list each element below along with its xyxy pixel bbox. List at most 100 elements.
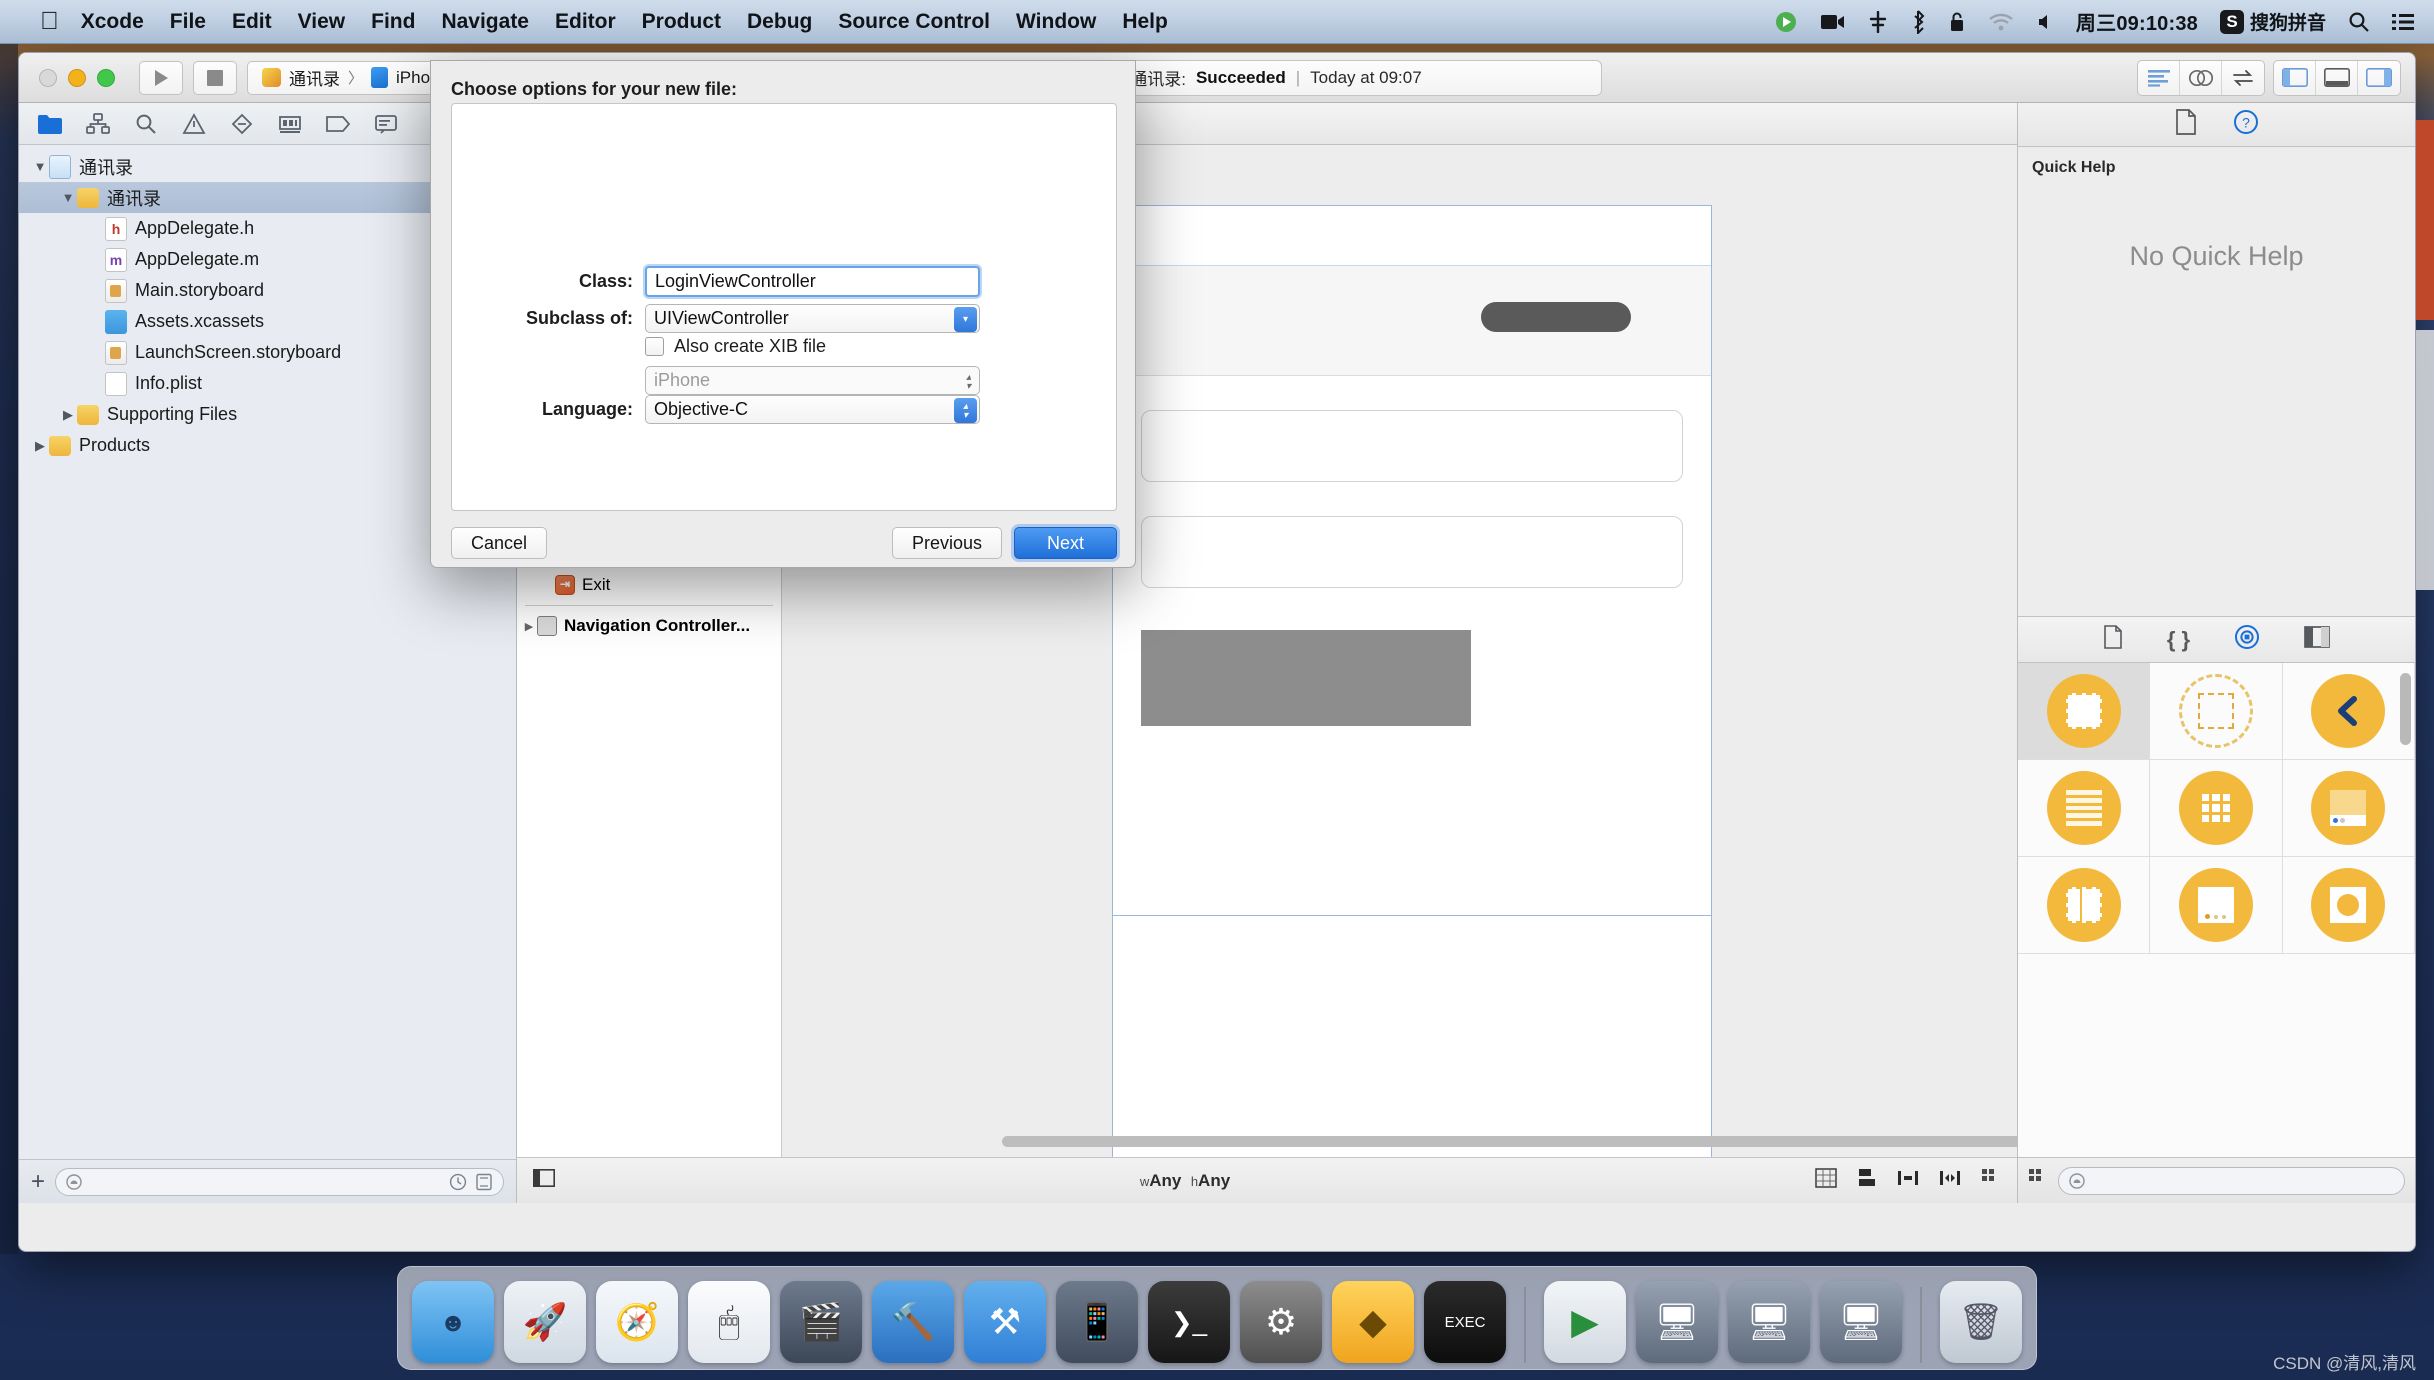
menu-item-help[interactable]: Help — [1122, 10, 1168, 34]
library-item-tab-bar-controller[interactable] — [2282, 760, 2415, 857]
view-utilities-icon[interactable] — [2358, 61, 2400, 95]
next-button[interactable]: Next — [1014, 527, 1117, 559]
toggle-outline-icon[interactable] — [533, 1169, 555, 1192]
dock-item-screen-2[interactable]: 🖥 — [1728, 1281, 1810, 1363]
disclosure-triangle-closed-icon[interactable]: ▶ — [59, 407, 77, 423]
align-icon[interactable] — [1857, 1168, 1877, 1193]
inspector-tab-bar[interactable]: ? — [2018, 103, 2415, 147]
navigator-tab-issues[interactable] — [171, 107, 217, 141]
menubar-clock[interactable]: 周三09:10:38 — [2076, 7, 2198, 36]
apple-logo-icon[interactable]:  — [40, 9, 59, 34]
menu-item-source-control[interactable]: Source Control — [838, 10, 990, 34]
menu-item-xcode[interactable]: Xcode — [81, 10, 144, 34]
bluetooth-icon[interactable] — [1910, 9, 1926, 34]
view-debug-icon[interactable] — [2316, 60, 2358, 95]
navigator-tab-project[interactable] — [27, 107, 73, 141]
outline-row-navigation-controller-scene[interactable]: ▶ Navigation Controller... — [517, 612, 781, 640]
cancel-button[interactable]: Cancel — [451, 527, 547, 559]
screen-record-icon[interactable] — [1774, 10, 1798, 34]
menu-item-debug[interactable]: Debug — [747, 10, 812, 34]
library-item-glkit-view-controller[interactable] — [2282, 857, 2415, 954]
dock-item-mouse-utility[interactable]: 🖱 — [688, 1281, 770, 1363]
notification-center-icon[interactable] — [2392, 12, 2416, 32]
login-button-preview[interactable] — [1141, 630, 1471, 726]
navigator-tab-debug[interactable] — [267, 107, 313, 141]
window-traffic-lights[interactable] — [39, 68, 115, 87]
object-library-icon[interactable] — [2234, 624, 2260, 655]
menu-item-editor[interactable]: Editor — [555, 10, 616, 34]
editor-assistant-icon[interactable] — [2180, 60, 2222, 95]
close-button[interactable] — [39, 68, 57, 87]
username-textfield-preview[interactable] — [1141, 410, 1683, 482]
subclass-combobox[interactable]: UIViewController ▾ — [645, 304, 980, 333]
volume-icon[interactable] — [2036, 12, 2054, 32]
class-input[interactable]: LoginViewController — [645, 266, 980, 297]
canvas-horizontal-scrollbar[interactable] — [1002, 1136, 2017, 1147]
dock-item-screen-3[interactable]: 🖥 — [1820, 1281, 1902, 1363]
library-item-split-view-controller[interactable] — [2018, 857, 2151, 954]
disclosure-triangle-open-icon[interactable]: ▼ — [59, 190, 77, 205]
pin-icon[interactable] — [1897, 1168, 1919, 1193]
library-item-table-view-controller[interactable] — [2018, 760, 2151, 857]
password-textfield-preview[interactable] — [1141, 516, 1683, 588]
dock-item-system-preferences[interactable]: ⚙ — [1240, 1281, 1322, 1363]
library-item-collection-view-controller[interactable] — [2150, 760, 2283, 857]
menu-item-product[interactable]: Product — [642, 10, 721, 34]
grid-view-icon[interactable] — [2028, 1168, 2048, 1193]
size-class-indicator[interactable]: wAny hAny — [1140, 1171, 1230, 1191]
menu-item-find[interactable]: Find — [371, 10, 415, 34]
navigator-tab-breakpoint[interactable] — [315, 107, 361, 141]
disclosure-triangle-open-icon[interactable]: ▼ — [31, 159, 49, 174]
menu-bar[interactable]:  Xcode File Edit View Find Navigate Edi… — [0, 0, 2434, 44]
library-filter-field[interactable] — [2058, 1166, 2405, 1195]
zoom-button[interactable] — [97, 68, 115, 87]
stepper-icon[interactable]: ▴ ▾ — [960, 369, 977, 394]
language-popup[interactable]: Objective-C ▴ ▾ — [645, 395, 980, 424]
file-inspector-icon[interactable] — [2175, 109, 2197, 140]
library-item-page-view-controller[interactable] — [2150, 857, 2283, 954]
auto-layout-issues-icon[interactable] — [1815, 1168, 1837, 1193]
airplay-icon[interactable] — [1868, 10, 1888, 33]
navigator-tab-report[interactable] — [363, 107, 409, 141]
object-library-grid[interactable] — [2018, 663, 2415, 1157]
file-template-library-icon[interactable] — [2103, 625, 2123, 654]
media-library-icon[interactable] — [2304, 626, 2330, 653]
editor-standard-icon[interactable] — [2138, 60, 2180, 95]
dock-item-executable[interactable]: EXEC — [1424, 1281, 1506, 1363]
device-popup[interactable]: iPhone ▴ ▾ — [645, 366, 980, 395]
plus-icon[interactable]: + — [31, 1168, 45, 1196]
disclosure-triangle-closed-icon[interactable]: ▶ — [31, 438, 49, 454]
navigator-tab-test[interactable] — [219, 107, 265, 141]
previous-button[interactable]: Previous — [892, 527, 1002, 559]
search-icon[interactable] — [2348, 11, 2370, 33]
menu-item-navigate[interactable]: Navigate — [441, 10, 529, 34]
outline-row-exit[interactable]: ▶ ⇥ Exit — [517, 571, 781, 599]
menu-item-view[interactable]: View — [298, 10, 345, 34]
dock-item-simulator[interactable]: 📱 — [1056, 1281, 1138, 1363]
chevron-down-icon[interactable]: ▾ — [954, 307, 977, 332]
resolve-icon[interactable] — [1939, 1168, 1961, 1193]
library-tab-bar[interactable]: { } — [2018, 617, 2415, 663]
video-camera-icon[interactable] — [1820, 12, 1846, 32]
library-item-navigation-controller[interactable] — [2282, 663, 2415, 760]
library-item-view-controller[interactable] — [2018, 663, 2151, 760]
dock-item-hammer-tool[interactable]: ⚒ — [964, 1281, 1046, 1363]
dock-item-finder[interactable]: ☻ — [412, 1281, 494, 1363]
code-snippet-library-icon[interactable]: { } — [2167, 627, 2190, 653]
run-button[interactable] — [139, 60, 183, 95]
editor-mode-group[interactable] — [2137, 59, 2265, 96]
dock-item-xcode[interactable]: 🔨 — [872, 1281, 954, 1363]
library-scrollbar[interactable] — [2400, 673, 2411, 745]
dock[interactable]: ☻ 🚀 🧭 🖱 🎬 🔨 ⚒ 📱 ❯_ ⚙ ◆ EXEC ▶ 🖥 🖥 🖥 🗑 — [397, 1266, 2037, 1370]
minimize-button[interactable] — [68, 68, 86, 87]
stop-button[interactable] — [193, 60, 237, 95]
library-item-storyboard-reference[interactable] — [2150, 663, 2283, 760]
input-method-indicator[interactable]: S 搜狗拼音 — [2219, 8, 2326, 35]
wifi-icon[interactable] — [1988, 12, 2014, 32]
dock-item-trash[interactable]: 🗑 — [1940, 1281, 2022, 1363]
lock-icon[interactable] — [1948, 11, 1966, 33]
navigator-tab-source-control[interactable] — [75, 107, 121, 141]
second-scene-canvas[interactable] — [1112, 915, 1712, 1157]
dock-item-quicktime[interactable]: 🎬 — [780, 1281, 862, 1363]
disclosure-triangle-closed-icon[interactable]: ▶ — [521, 620, 537, 633]
